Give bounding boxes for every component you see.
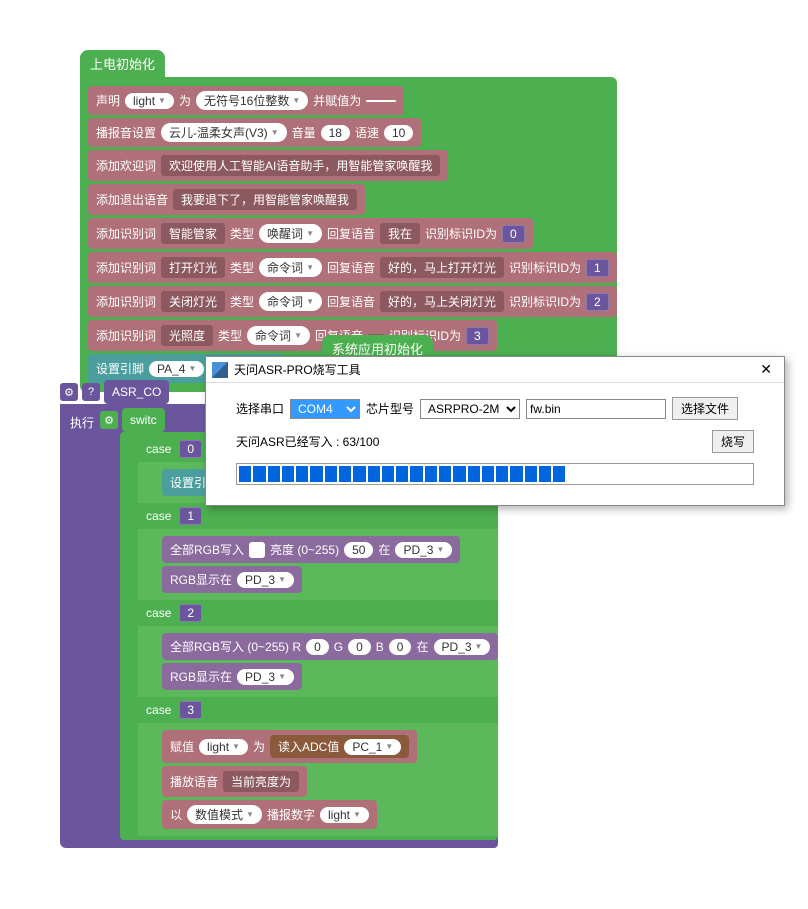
declare-block[interactable]: 声明 light▼ 为 无符号16位整数▼ 并赋值为 (88, 86, 404, 115)
play-voice-block[interactable]: 播放语音当前亮度为 (162, 766, 307, 797)
switch-block[interactable]: switc (122, 408, 165, 432)
rgb-show-block[interactable]: RGB显示在PD_3▼ (162, 566, 302, 593)
rec-block-3[interactable]: 添加识别词光照度 类型命令词▼ 回复语音 识别标识ID为3 (88, 320, 497, 351)
rec-block-1[interactable]: 添加识别词打开灯光 类型命令词▼ 回复语音好的，马上打开灯光 识别标识ID为1 (88, 252, 617, 283)
progress-bar (236, 463, 754, 485)
port-select[interactable]: COM4 (290, 399, 360, 419)
gear-icon[interactable]: ⚙ (100, 411, 118, 429)
exec-label: 执行 (68, 408, 100, 431)
chip-select[interactable]: ASRPRO-2M (420, 399, 520, 419)
port-label: 选择串口 (236, 400, 284, 417)
rgb-show-block-2[interactable]: RGB显示在PD_3▼ (162, 663, 302, 690)
assign-block[interactable]: 赋值light▼为 读入ADC值PC_1▼ (162, 730, 417, 763)
chip-label: 芯片型号 (366, 400, 414, 417)
case-1[interactable]: case1 (138, 503, 498, 529)
help-icon[interactable]: ? (82, 383, 100, 401)
dialog-title: 天问ASR-PRO烧写工具 (234, 361, 361, 378)
speak-number-block[interactable]: 以数值模式▼ 播报数字light▼ (162, 800, 377, 829)
file-input[interactable] (526, 399, 666, 419)
rgb-write-rgb-block[interactable]: 全部RGB写入 (0~255) R0 G0 B0 在PD_3▼ (162, 633, 498, 660)
status-text: 天问ASR已经写入 : 63/100 (236, 433, 379, 450)
rec-block-2[interactable]: 添加识别词关闭灯光 类型命令词▼ 回复语音好的，马上关闭灯光 识别标识ID为2 (88, 286, 617, 317)
case-2[interactable]: case2 (138, 600, 498, 626)
voice-set-block[interactable]: 播报音设置 云儿-温柔女声(V3)▼ 音量 18 语速 10 (88, 118, 421, 147)
exit-block[interactable]: 添加退出语音 我要退下了，用智能管家唤醒我 (88, 184, 365, 215)
burn-dialog: 天问ASR-PRO烧写工具 ✕ 选择串口 COM4 芯片型号 ASRPRO-2M… (205, 356, 785, 506)
type-dropdown[interactable]: 无符号16位整数▼ (196, 91, 308, 110)
app-icon (212, 362, 228, 378)
var-dropdown[interactable]: light▼ (125, 93, 174, 109)
dialog-titlebar[interactable]: 天问ASR-PRO烧写工具 ✕ (206, 357, 784, 383)
adc-block[interactable]: 读入ADC值PC_1▼ (270, 735, 409, 758)
case-3[interactable]: case3 (138, 697, 498, 723)
rec-block-0[interactable]: 添加识别词智能管家 类型唤醒词▼ 回复语音我在 识别标识ID为0 (88, 218, 533, 249)
gear-icon[interactable]: ⚙ (60, 383, 78, 401)
value-slot[interactable] (366, 100, 396, 102)
rgb-write-block[interactable]: 全部RGB写入亮度 (0~255) 50在 PD_3▼ (162, 536, 460, 563)
close-icon[interactable]: ✕ (754, 361, 778, 378)
hat-init[interactable]: 上电初始化 (80, 50, 165, 77)
browse-button[interactable]: 选择文件 (672, 397, 738, 420)
asr-block[interactable]: ASR_CO (104, 380, 169, 404)
welcome-block[interactable]: 添加欢迎词 欢迎使用人工智能AI语音助手，用智能管家唤醒我 (88, 150, 448, 181)
color-picker[interactable] (249, 542, 265, 558)
burn-button[interactable]: 烧写 (712, 430, 754, 453)
